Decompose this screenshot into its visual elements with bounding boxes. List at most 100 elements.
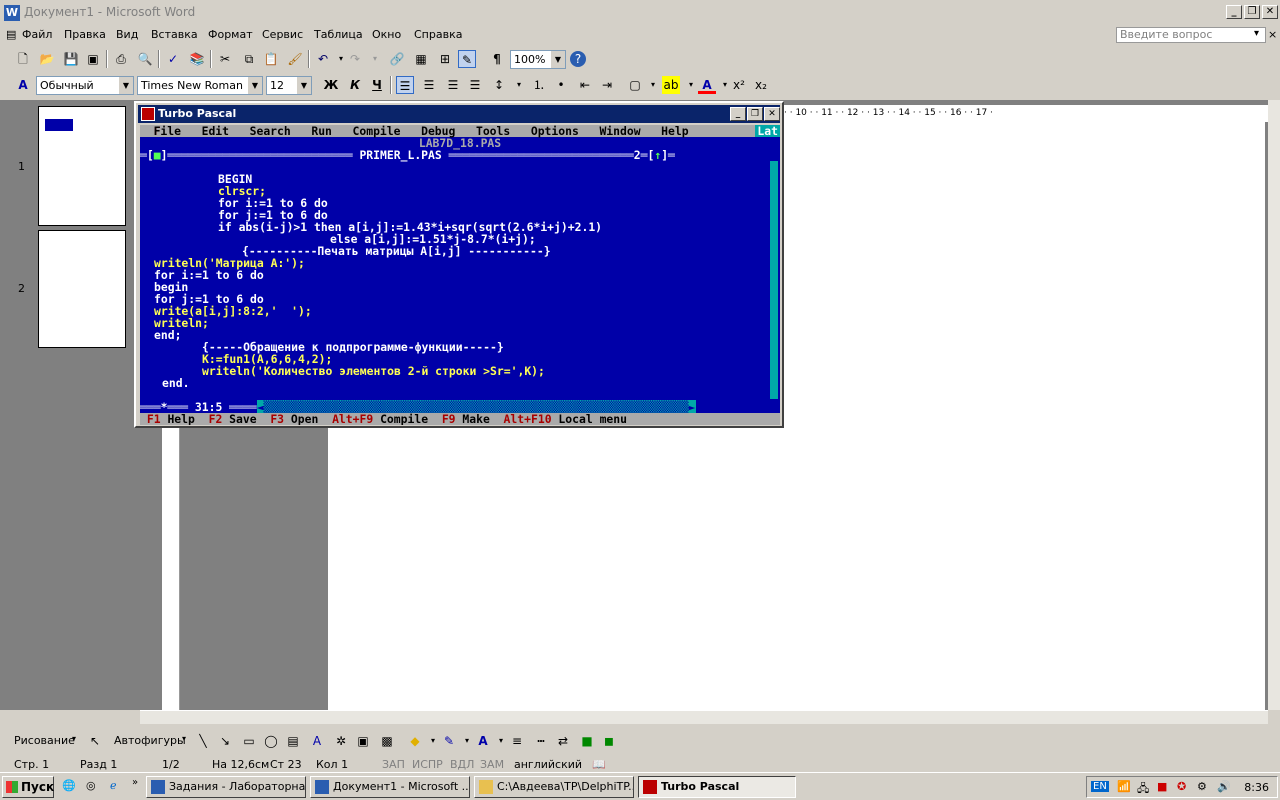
status-ext[interactable]: ВДЛ [450, 758, 474, 771]
tp-close-box[interactable]: ■ [154, 148, 161, 162]
hyperlink-icon[interactable]: 🔗 [388, 50, 406, 68]
style-dropdown-icon[interactable]: ▼ [119, 77, 133, 94]
autoshapes-button[interactable]: Автофигуры [114, 734, 186, 747]
menu-format[interactable]: Формат [208, 28, 253, 41]
tables-borders-icon[interactable]: ▦ [412, 50, 430, 68]
status-ovr[interactable]: ЗАМ [480, 758, 504, 771]
arrow-icon[interactable]: ↘ [216, 732, 234, 750]
tp-vscroll[interactable] [770, 161, 778, 399]
increase-indent-icon[interactable]: ⇥ [598, 76, 616, 94]
show-hide-icon[interactable]: ¶ [488, 50, 506, 68]
arrow-style-icon[interactable]: ⇄ [554, 732, 572, 750]
font-color-icon[interactable]: A [698, 76, 716, 94]
clock[interactable]: 8:36 [1244, 781, 1269, 794]
vertical-scrollbar[interactable] [1268, 100, 1280, 710]
tp-app-icon[interactable] [141, 107, 155, 121]
line-spacing-icon[interactable]: ↕ [490, 76, 508, 94]
3d-icon[interactable]: ◼ [600, 732, 618, 750]
tp-minimize-button[interactable]: _ [730, 107, 746, 121]
page-thumbnail[interactable] [38, 106, 126, 226]
print-preview-icon[interactable]: 🔍 [136, 50, 154, 68]
highlight-icon[interactable]: ab [662, 76, 680, 94]
drawing-dropdown-icon[interactable]: ▾ [72, 734, 76, 743]
opera-quicklaunch-icon[interactable]: ◎ [86, 779, 96, 792]
dash-style-icon[interactable]: ┅ [532, 732, 550, 750]
select-objects-icon[interactable]: ↖ [86, 732, 104, 750]
line-style-icon[interactable]: ≡ [508, 732, 526, 750]
agent-icon[interactable]: ✪ [1177, 780, 1186, 793]
menu-table[interactable]: Таблица [314, 28, 363, 41]
borders-icon[interactable]: ▢ [626, 76, 644, 94]
size-dropdown-icon[interactable]: ▼ [297, 77, 311, 94]
bullets-icon[interactable]: • [552, 76, 570, 94]
wordart-icon[interactable]: A [308, 732, 326, 750]
close-button[interactable]: ✕ [1262, 5, 1278, 19]
help-icon[interactable]: ? [570, 51, 586, 67]
restore-button[interactable]: ❐ [1244, 5, 1260, 19]
ask-question-input[interactable]: Введите вопрос [1116, 27, 1266, 43]
spelling-status-icon[interactable]: 📖 [592, 758, 606, 771]
insert-table-icon[interactable]: ⊞ [436, 50, 454, 68]
tp-key-altf9[interactable]: Alt+F9 [332, 412, 373, 425]
drawing-icon[interactable]: ✎ [458, 50, 476, 68]
justify-icon[interactable]: ☰ [466, 76, 484, 94]
font-combo[interactable]: Times New Roman ▼ [137, 76, 263, 95]
rectangle-icon[interactable]: ▭ [240, 732, 258, 750]
ask-dropdown-icon[interactable]: ▾ [1254, 28, 1259, 39]
tp-key-f1[interactable]: F1 [147, 412, 161, 425]
cut-icon[interactable]: ✂ [216, 50, 234, 68]
redo-dropdown-icon[interactable]: ▾ [366, 50, 384, 68]
superscript-icon[interactable]: x² [730, 76, 748, 94]
spelling-icon[interactable]: ✓ [164, 50, 182, 68]
undo-icon[interactable]: ↶ [314, 50, 332, 68]
style-combo[interactable]: Обычный ▼ [36, 76, 134, 95]
new-icon[interactable]: 🗋 [14, 50, 32, 68]
tp-key-f2[interactable]: F2 [209, 412, 223, 425]
device-icon[interactable]: ⚙ [1197, 780, 1207, 793]
turbo-pascal-window[interactable]: Turbo Pascal _ ❐ ✕ FFile Edit Search Run… [134, 101, 784, 428]
align-center-icon[interactable]: ☰ [420, 76, 438, 94]
minimize-button[interactable]: _ [1226, 5, 1242, 19]
tp-key-f3[interactable]: F3 [270, 412, 284, 425]
copy-icon[interactable]: ⧉ [240, 50, 258, 68]
quicklaunch-more-icon[interactable]: » [132, 777, 138, 788]
task-button[interactable]: Задания - Лабораторна... [146, 776, 306, 798]
menu-window[interactable]: Окно [372, 28, 401, 41]
redo-icon[interactable]: ↷ [346, 50, 364, 68]
line-color-icon[interactable]: ✎ [440, 732, 458, 750]
research-icon[interactable]: 📚 [188, 50, 206, 68]
zoom-dropdown-icon[interactable]: ▼ [551, 51, 565, 68]
menu-tools[interactable]: Сервис [262, 28, 303, 41]
word-icon[interactable]: W [4, 5, 20, 21]
bold-button[interactable]: Ж [322, 76, 340, 94]
menu-insert[interactable]: Вставка [151, 28, 198, 41]
print-icon[interactable]: ⎙ [112, 50, 130, 68]
task-button[interactable]: C:\Авдеева\TP\DelphiTP... [474, 776, 634, 798]
subscript-icon[interactable]: x₂ [752, 76, 770, 94]
align-left-icon[interactable]: ☰ [396, 76, 414, 94]
save-icon[interactable]: 💾 [62, 50, 80, 68]
tp-key-f9[interactable]: F9 [442, 412, 456, 425]
zoom-combo[interactable]: 100% ▼ [510, 50, 566, 69]
menu-help[interactable]: Справка [414, 28, 462, 41]
format-painter-icon[interactable]: 🖌 [286, 50, 304, 68]
task-button-active[interactable]: Turbo Pascal [638, 776, 796, 798]
page-thumbnail[interactable] [38, 230, 126, 348]
doc-close-icon[interactable]: × [1268, 28, 1277, 41]
decrease-indent-icon[interactable]: ⇤ [576, 76, 594, 94]
doc-menu-icon[interactable]: ▤ [6, 28, 16, 41]
tp-close-button[interactable]: ✕ [764, 107, 780, 121]
tp-title-bar[interactable]: Turbo Pascal _ ❐ ✕ [138, 105, 780, 123]
menu-file[interactable]: Файл [22, 28, 52, 41]
font-size-combo[interactable]: 12 ▼ [266, 76, 312, 95]
drawing-menu-button[interactable]: Рисование [14, 734, 75, 747]
shadow-icon[interactable]: ■ [578, 732, 596, 750]
underline-button[interactable]: Ч [368, 76, 386, 94]
oval-icon[interactable]: ◯ [262, 732, 280, 750]
borders-dropdown-icon[interactable]: ▾ [644, 76, 662, 94]
tp-key-altf10[interactable]: Alt+F10 [504, 412, 552, 425]
italic-button[interactable]: К [346, 76, 364, 94]
align-right-icon[interactable]: ☰ [444, 76, 462, 94]
network2-icon[interactable]: 🖧 [1137, 780, 1149, 799]
status-trk[interactable]: ИСПР [412, 758, 443, 771]
